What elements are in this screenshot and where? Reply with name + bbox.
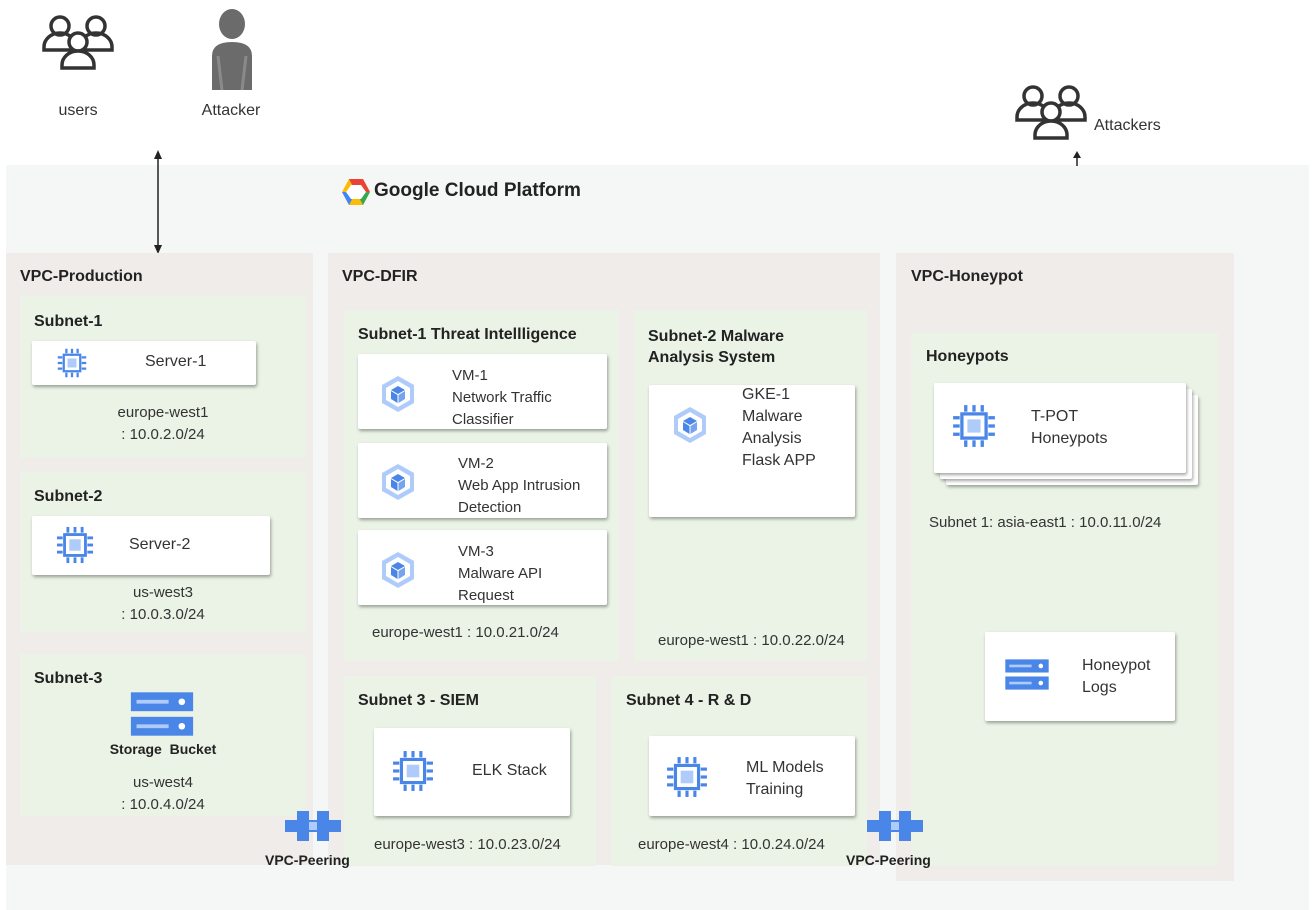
server-1-label: Server-1 — [145, 353, 207, 370]
production-subnet-1-region: europe-west1 : 10.0.2.0/24 — [117, 404, 209, 443]
google-cloud-logo-icon — [342, 179, 370, 205]
dfir-subnet-1-region: europe-west1 : 10.0.21.0/24 — [372, 624, 559, 641]
compute-chip-icon — [666, 756, 708, 798]
production-subnet-2-title: Subnet-2 — [34, 488, 103, 505]
compute-engine-icon — [378, 374, 418, 414]
users-label: users — [58, 102, 98, 119]
dfir-subnet-1-title: Subnet-1 Threat Intellligence — [358, 326, 577, 343]
vm-1-label: VM-1 Network Traffic Classifier — [452, 367, 552, 428]
storage-icon — [1004, 656, 1050, 693]
vpc-peering-icon — [865, 808, 925, 844]
attacker-label: Attacker — [201, 102, 261, 119]
vpc-production-title: VPC-Production — [20, 268, 143, 285]
production-subnet-3-region: us-west4 : 10.0.4.0/24 — [121, 774, 205, 813]
compute-chip-icon — [56, 348, 88, 378]
dfir-subnet-3-region: europe-west3 : 10.0.23.0/24 — [374, 836, 561, 853]
vm-3-label: VM-3 Malware API Request — [458, 543, 543, 604]
vm-2-label: VM-2 Web App Intrusion Detection — [458, 455, 581, 516]
storage-bucket-label: Storage Bucket — [109, 741, 217, 757]
dfir-subnet-3-title: Subnet 3 - SIEM — [358, 692, 479, 709]
dfir-subnet-4-region: europe-west4 : 10.0.24.0/24 — [638, 836, 825, 853]
honeypot-logs-label: Honeypot Logs — [1082, 657, 1151, 696]
vpc-peering-icon — [283, 808, 343, 844]
gke-1-label: GKE-1 Malware Analysis Flask APP — [742, 386, 816, 469]
honeypots-region: Subnet 1: asia-east1 : 10.0.11.0/24 — [929, 514, 1162, 531]
dfir-subnet-4-title: Subnet 4 - R & D — [626, 692, 752, 709]
vpc-honeypot-title: VPC-Honeypot — [911, 268, 1023, 285]
elk-stack-label: ELK Stack — [472, 762, 547, 779]
vpc-peering-left-label: VPC-Peering — [265, 852, 350, 868]
users-connection-arrow — [154, 150, 162, 254]
dfir-subnet-2-title: Subnet-2 Malware Analysis System — [648, 328, 785, 366]
attacker-icon — [212, 9, 252, 90]
kubernetes-engine-icon — [670, 405, 710, 445]
production-subnet-3-title: Subnet-3 — [34, 670, 103, 687]
tpot-label: T-POT Honeypots — [1031, 408, 1108, 447]
attackers-icon — [1011, 76, 1091, 148]
compute-chip-icon — [56, 525, 94, 565]
vpc-peering-right-label: VPC-Peering — [846, 852, 931, 868]
production-subnet-2-region: us-west3 : 10.0.3.0/24 — [121, 584, 205, 623]
attackers-arrow — [1073, 151, 1081, 166]
ml-models-label: ML Models Training — [746, 759, 824, 798]
gcp-title: Google Cloud Platform — [374, 180, 581, 201]
vpc-dfir-title: VPC-DFIR — [342, 268, 418, 285]
attackers-label: Attackers — [1094, 117, 1161, 134]
production-subnet-1-title: Subnet-1 — [34, 313, 103, 330]
honeypots-title: Honeypots — [926, 348, 1009, 365]
compute-chip-icon — [952, 404, 996, 448]
server-2-label: Server-2 — [129, 536, 191, 553]
compute-engine-icon — [378, 462, 418, 502]
compute-chip-icon — [392, 750, 434, 792]
storage-bucket-icon — [129, 690, 195, 738]
users-icon — [38, 6, 118, 78]
dfir-subnet-2-region: europe-west1 : 10.0.22.0/24 — [658, 632, 845, 649]
compute-engine-icon — [378, 550, 418, 590]
